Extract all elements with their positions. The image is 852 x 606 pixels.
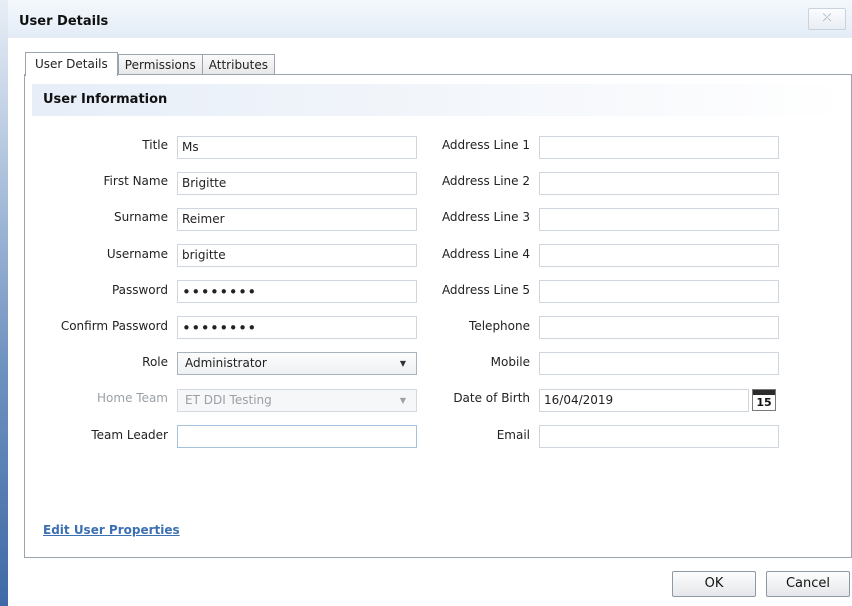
home-team-label: Home Team	[97, 391, 168, 405]
address-line-4-label: Address Line 4	[441, 247, 530, 261]
username-value: brigitte	[182, 248, 226, 262]
password-field[interactable]: ••••••••	[177, 280, 417, 303]
mobile-field[interactable]	[539, 352, 779, 375]
home-team-value: ET DDI Testing	[185, 393, 272, 407]
cancel-button[interactable]: Cancel	[766, 571, 850, 597]
confirm-password-label: Confirm Password	[60, 319, 168, 333]
telephone-label: Telephone	[469, 319, 530, 333]
confirm-password-value: ••••••••	[182, 319, 257, 337]
surname-value: Reimer	[182, 212, 225, 226]
calendar-icon[interactable]: 15	[752, 389, 776, 411]
address-line-3-label: Address Line 3	[441, 210, 530, 224]
calendar-icon-header	[753, 390, 775, 395]
address-line-1-label: Address Line 1	[441, 138, 530, 152]
date-of-birth-value: 16/04/2019	[544, 393, 614, 407]
role-label: Role	[142, 355, 168, 369]
confirm-password-field[interactable]: ••••••••	[177, 316, 417, 339]
dialog-title: User Details	[19, 14, 109, 29]
password-label: Password	[111, 283, 168, 297]
date-of-birth-field[interactable]: 16/04/2019	[539, 389, 749, 412]
close-button[interactable]: ⤫	[808, 8, 846, 30]
username-field[interactable]: brigitte	[177, 244, 417, 267]
close-icon: ⤫	[822, 11, 832, 24]
first-name-label: First Name	[103, 174, 168, 188]
title-value: Ms	[182, 140, 199, 154]
calendar-icon-day: 15	[756, 396, 772, 409]
address-line-4-field[interactable]	[539, 244, 779, 267]
address-line-3-field[interactable]	[539, 208, 779, 231]
dialog-titlebar: User Details ⤫	[8, 0, 852, 38]
home-team-select: ET DDI Testing ▼	[177, 389, 417, 412]
title-label: Title	[142, 138, 168, 152]
address-line-1-field[interactable]	[539, 136, 779, 159]
password-value: ••••••••	[182, 283, 257, 301]
ok-button[interactable]: OK	[672, 571, 756, 597]
surname-field[interactable]: Reimer	[177, 208, 417, 231]
title-field[interactable]: Ms	[177, 136, 417, 159]
surname-label: Surname	[114, 210, 168, 224]
date-of-birth-label: Date of Birth	[453, 391, 530, 405]
chevron-down-icon: ▼	[399, 359, 406, 368]
email-field[interactable]	[539, 425, 779, 448]
role-select[interactable]: Administrator ▼	[177, 352, 417, 375]
address-line-5-label: Address Line 5	[441, 283, 530, 297]
tab-user-details[interactable]: User Details	[25, 52, 118, 76]
team-leader-field[interactable]	[177, 425, 417, 448]
mobile-label: Mobile	[490, 355, 530, 369]
username-label: Username	[106, 247, 168, 261]
first-name-field[interactable]: Brigitte	[177, 172, 417, 195]
address-line-5-field[interactable]	[539, 280, 779, 303]
email-label: Email	[496, 428, 530, 442]
address-line-2-field[interactable]	[539, 172, 779, 195]
address-line-2-label: Address Line 2	[441, 174, 530, 188]
first-name-value: Brigitte	[182, 176, 227, 190]
window-left-border	[0, 0, 8, 606]
telephone-field[interactable]	[539, 316, 779, 339]
tab-strip: User Details Permissions Attributes	[25, 52, 276, 76]
tab-attributes[interactable]: Attributes	[201, 54, 276, 76]
tab-permissions[interactable]: Permissions	[117, 54, 203, 76]
edit-user-properties-link[interactable]: Edit User Properties	[43, 523, 180, 537]
team-leader-label: Team Leader	[91, 428, 168, 442]
section-title: User Information	[32, 84, 846, 116]
role-value: Administrator	[185, 356, 267, 370]
chevron-down-icon: ▼	[399, 396, 406, 405]
